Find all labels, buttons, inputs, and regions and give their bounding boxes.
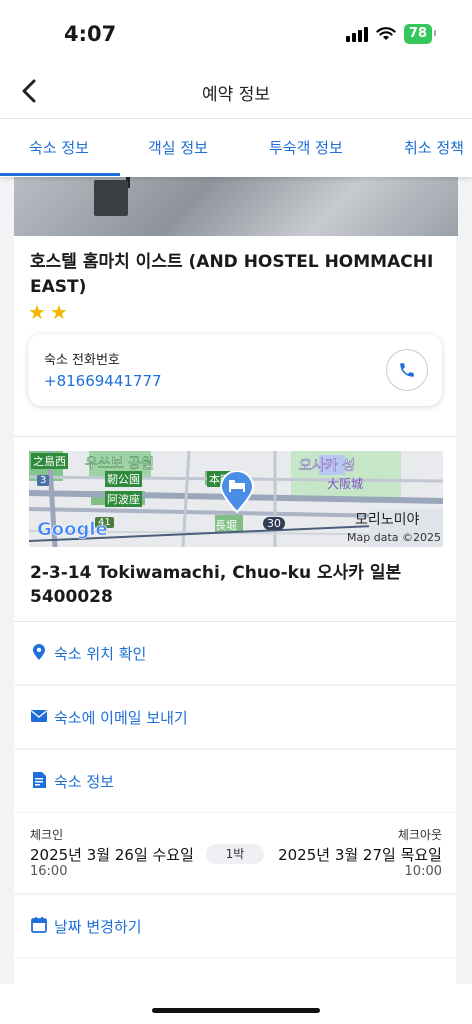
star-icon: ★ — [49, 300, 68, 324]
cell-signal-icon — [345, 26, 368, 42]
calendar-icon — [31, 917, 47, 933]
phone-card: 숙소 전화번호 +81669441777 — [28, 334, 442, 406]
property-info-link[interactable]: 숙소 정보 — [14, 750, 456, 812]
email-property-link[interactable]: 숙소에 이메일 보내기 — [14, 686, 456, 748]
pdf-document-icon — [33, 772, 46, 788]
battery-icon: 78 — [403, 24, 437, 44]
hotel-photo — [14, 176, 458, 236]
email-property-label: 숙소에 이메일 보내기 — [54, 709, 188, 727]
location-card: 之島西 우쓰보 공원 靭公園 阿波座 本町 오사카 성 大阪城 모리노미야 長堀… — [14, 437, 456, 622]
active-tab-indicator — [0, 173, 120, 176]
status-bar: 4:07 78 — [0, 0, 472, 66]
status-time: 4:07 — [64, 22, 117, 46]
route-marker: 3 — [37, 475, 50, 486]
map-label: 靭公園 — [105, 471, 142, 487]
view-location-label: 숙소 위치 확인 — [54, 645, 147, 663]
home-indicator[interactable] — [152, 1008, 320, 1013]
checkin-time: 16:00 — [30, 864, 68, 879]
home-bar-area — [0, 984, 472, 1024]
change-dates-label: 날짜 변경하기 — [54, 918, 142, 936]
tab-cancellation-policy[interactable]: 취소 정책 — [404, 137, 464, 158]
map-label: 우쓰보 공원 — [85, 456, 154, 473]
checkout-date: 2025년 3월 27일 목요일 — [278, 846, 442, 864]
view-location-link[interactable]: 숙소 위치 확인 — [14, 622, 456, 684]
change-dates-link[interactable]: 날짜 변경하기 — [14, 895, 456, 957]
google-logo: Google — [37, 519, 108, 541]
wifi-icon — [376, 27, 396, 40]
call-button[interactable] — [386, 349, 428, 391]
checkout-time: 10:00 — [404, 864, 442, 879]
stay-dates: 체크인 체크아웃 2025년 3월 26일 수요일 1박 2025년 3월 27… — [14, 813, 456, 893]
hotel-address: 2-3-14 Tokiwamachi, Chuo-ku 오사카 일본 54000… — [30, 563, 402, 607]
tab-guest-info[interactable]: 투숙객 정보 — [269, 137, 343, 158]
star-rating: ★ ★ — [28, 302, 68, 322]
nights-badge: 1박 — [206, 844, 264, 864]
phone-icon — [400, 363, 414, 377]
checkin-date: 2025년 3월 26일 수요일 — [30, 846, 194, 864]
page-title: 예약 정보 — [202, 85, 270, 105]
hotel-name: 호스텔 홈마치 이스트 (AND HOSTEL HOMMACHI EAST) — [30, 252, 434, 297]
map-attribution: Map data ©2025 — [347, 531, 441, 544]
next-section — [14, 958, 456, 984]
phone-label: 숙소 전화번호 — [44, 353, 120, 368]
phone-number-link[interactable]: +81669441777 — [44, 372, 162, 390]
photo-detail — [94, 180, 128, 216]
checkin-label: 체크인 — [30, 828, 64, 842]
checkout-label: 체크아웃 — [397, 828, 442, 842]
status-icons: 78 — [345, 24, 437, 44]
nav-bar: 예약 정보 — [0, 66, 472, 118]
hotel-pin-icon — [219, 471, 255, 513]
map-label: 阿波座 — [105, 491, 142, 507]
route-marker: 30 — [263, 517, 285, 530]
map-label: 長堀 — [215, 519, 237, 532]
tab-bar: 숙소 정보 객실 정보 투숙객 정보 취소 정책 — [0, 118, 472, 177]
property-info-label: 숙소 정보 — [54, 773, 114, 791]
tab-property-info[interactable]: 숙소 정보 — [29, 137, 89, 158]
map-label: 오사카 성 — [299, 458, 355, 475]
location-pin-icon — [33, 644, 45, 660]
mail-icon — [31, 710, 47, 722]
map-thumbnail[interactable]: 之島西 우쓰보 공원 靭公園 阿波座 本町 오사카 성 大阪城 모리노미야 長堀… — [29, 451, 443, 547]
map-label: 모리노미야 — [355, 512, 420, 528]
tab-room-info[interactable]: 객실 정보 — [148, 137, 208, 158]
map-label: 之島西 — [31, 453, 68, 469]
map-label: 大阪城 — [327, 477, 364, 491]
hotel-card: 호스텔 홈마치 이스트 (AND HOSTEL HOMMACHI EAST) ★… — [14, 236, 456, 437]
star-icon: ★ — [28, 300, 46, 324]
